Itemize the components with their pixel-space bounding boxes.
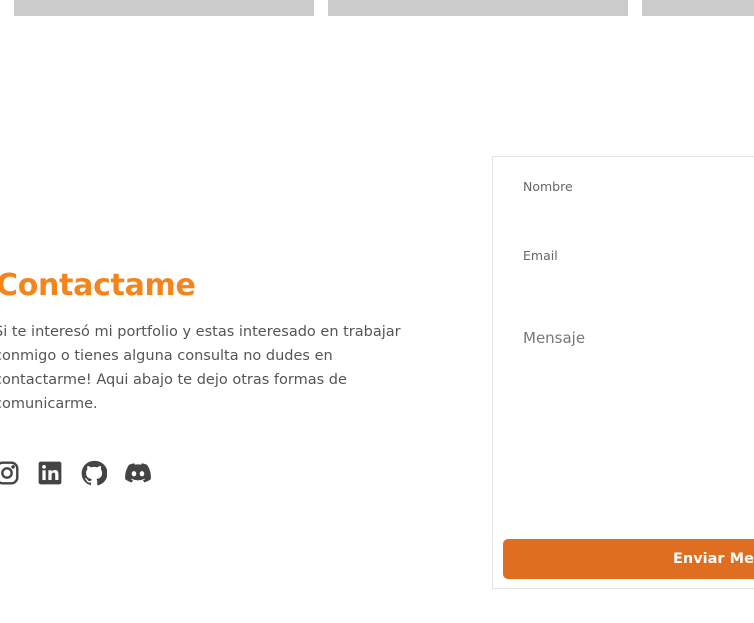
discord-icon	[125, 463, 151, 483]
project-card-2[interactable]	[328, 0, 628, 16]
project-card-3[interactable]	[642, 0, 754, 16]
github-link[interactable]	[81, 460, 107, 486]
github-icon	[81, 460, 107, 486]
contact-description: Si te interesó mi portfolio y estas inte…	[0, 320, 401, 416]
email-field[interactable]: Email	[523, 248, 558, 263]
description-line: contactarme! Aqui abajo te dejo otras fo…	[0, 372, 347, 388]
description-line: comunicarme.	[0, 396, 98, 412]
linkedin-icon	[38, 461, 62, 485]
contact-title: Contactame	[0, 268, 196, 303]
instagram-link[interactable]	[0, 460, 20, 486]
instagram-icon	[0, 461, 19, 485]
contact-form: Nombre Email Enviar Mensaje	[492, 156, 754, 589]
nombre-field[interactable]: Nombre	[523, 179, 573, 194]
project-card-1[interactable]	[14, 0, 314, 16]
discord-link[interactable]	[125, 460, 151, 486]
description-line: Si te interesó mi portfolio y estas inte…	[0, 324, 401, 340]
mensaje-input[interactable]	[523, 329, 753, 519]
description-line: conmigo o tienes alguna consulta no dude…	[0, 348, 333, 364]
submit-button[interactable]: Enviar Mensaje	[503, 539, 754, 579]
linkedin-link[interactable]	[37, 460, 63, 486]
